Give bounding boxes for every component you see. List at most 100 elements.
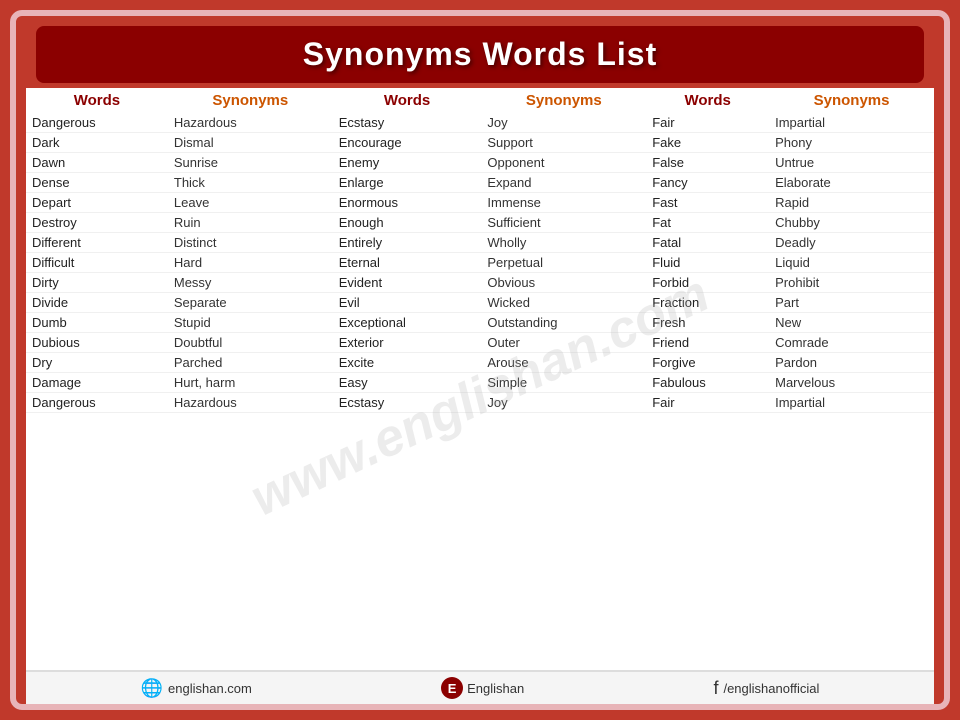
content-area: www.englishan.com Words Synonyms Words S… [26,88,934,704]
header-synonyms-3: Synonyms [769,88,934,113]
cell-14-0: Dangerous [26,393,168,413]
cell-5-2: Enough [333,213,482,233]
cell-12-5: Pardon [769,353,934,373]
cell-10-3: Outstanding [481,313,646,333]
cell-12-0: Dry [26,353,168,373]
cell-0-0: Dangerous [26,113,168,133]
table-row: DestroyRuinEnoughSufficientFatChubby [26,213,934,233]
cell-11-4: Friend [646,333,769,353]
cell-14-1: Hazardous [168,393,333,413]
cell-7-0: Difficult [26,253,168,273]
cell-7-2: Eternal [333,253,482,273]
table-row: DryParchedExciteArouseForgivePardon [26,353,934,373]
cell-8-4: Forbid [646,273,769,293]
cell-8-0: Dirty [26,273,168,293]
cell-6-0: Different [26,233,168,253]
footer-social-text: /englishanofficial [723,681,819,696]
cell-13-4: Fabulous [646,373,769,393]
cell-1-1: Dismal [168,133,333,153]
cell-1-3: Support [481,133,646,153]
cell-12-3: Arouse [481,353,646,373]
cell-13-0: Damage [26,373,168,393]
cell-4-2: Enormous [333,193,482,213]
synonyms-table: Words Synonyms Words Synonyms Words Syno… [26,88,934,413]
table-row: DifferentDistinctEntirelyWhollyFatalDead… [26,233,934,253]
cell-9-3: Wicked [481,293,646,313]
cell-13-2: Easy [333,373,482,393]
table-container: Words Synonyms Words Synonyms Words Syno… [26,88,934,670]
cell-1-2: Encourage [333,133,482,153]
cell-14-4: Fair [646,393,769,413]
cell-4-4: Fast [646,193,769,213]
cell-11-0: Dubious [26,333,168,353]
cell-2-3: Opponent [481,153,646,173]
cell-7-5: Liquid [769,253,934,273]
page-title: Synonyms Words List [36,36,924,73]
cell-4-3: Immense [481,193,646,213]
cell-10-2: Exceptional [333,313,482,333]
cell-9-0: Divide [26,293,168,313]
footer-website-text: englishan.com [168,681,252,696]
footer-social: f /englishanofficial [713,678,819,699]
cell-2-0: Dawn [26,153,168,173]
header-synonyms-1: Synonyms [168,88,333,113]
cell-13-5: Marvelous [769,373,934,393]
table-header-row: Words Synonyms Words Synonyms Words Syno… [26,88,934,113]
cell-1-4: Fake [646,133,769,153]
cell-6-2: Entirely [333,233,482,253]
globe-icon: 🌐 [141,678,163,699]
cell-3-5: Elaborate [769,173,934,193]
cell-5-4: Fat [646,213,769,233]
cell-7-1: Hard [168,253,333,273]
main-frame: Synonyms Words List www.englishan.com Wo… [10,10,950,710]
table-row: DenseThickEnlargeExpandFancyElaborate [26,173,934,193]
cell-0-2: Ecstasy [333,113,482,133]
cell-4-0: Depart [26,193,168,213]
table-row: DarkDismalEncourageSupportFakePhony [26,133,934,153]
cell-14-5: Impartial [769,393,934,413]
cell-3-3: Expand [481,173,646,193]
cell-8-5: Prohibit [769,273,934,293]
cell-11-2: Exterior [333,333,482,353]
brand-logo: E [441,677,463,699]
cell-6-3: Wholly [481,233,646,253]
footer-brand: E Englishan [441,677,524,699]
cell-2-4: False [646,153,769,173]
cell-7-3: Perpetual [481,253,646,273]
footer: 🌐 englishan.com E Englishan f /englishan… [26,670,934,704]
cell-0-5: Impartial [769,113,934,133]
cell-11-1: Doubtful [168,333,333,353]
cell-3-2: Enlarge [333,173,482,193]
cell-10-1: Stupid [168,313,333,333]
footer-website: 🌐 englishan.com [141,678,252,699]
cell-10-4: Fresh [646,313,769,333]
cell-12-4: Forgive [646,353,769,373]
title-bar: Synonyms Words List [36,26,924,83]
cell-4-5: Rapid [769,193,934,213]
table-row: DifficultHardEternalPerpetualFluidLiquid [26,253,934,273]
cell-4-1: Leave [168,193,333,213]
cell-9-2: Evil [333,293,482,313]
cell-9-1: Separate [168,293,333,313]
table-row: DepartLeaveEnormousImmenseFastRapid [26,193,934,213]
footer-brand-text: Englishan [467,681,524,696]
cell-0-1: Hazardous [168,113,333,133]
table-row: DawnSunriseEnemyOpponentFalseUntrue [26,153,934,173]
facebook-icon: f [713,678,718,699]
cell-5-5: Chubby [769,213,934,233]
cell-8-3: Obvious [481,273,646,293]
cell-2-5: Untrue [769,153,934,173]
cell-10-0: Dumb [26,313,168,333]
header-words-2: Words [333,88,482,113]
table-row: DubiousDoubtfulExteriorOuterFriendComrad… [26,333,934,353]
cell-8-2: Evident [333,273,482,293]
cell-0-4: Fair [646,113,769,133]
cell-14-2: Ecstasy [333,393,482,413]
table-row: DangerousHazardousEcstasyJoyFairImpartia… [26,393,934,413]
cell-11-3: Outer [481,333,646,353]
table-row: DumbStupidExceptionalOutstandingFreshNew [26,313,934,333]
cell-1-0: Dark [26,133,168,153]
cell-1-5: Phony [769,133,934,153]
table-row: DamageHurt, harmEasySimpleFabulousMarvel… [26,373,934,393]
cell-14-3: Joy [481,393,646,413]
